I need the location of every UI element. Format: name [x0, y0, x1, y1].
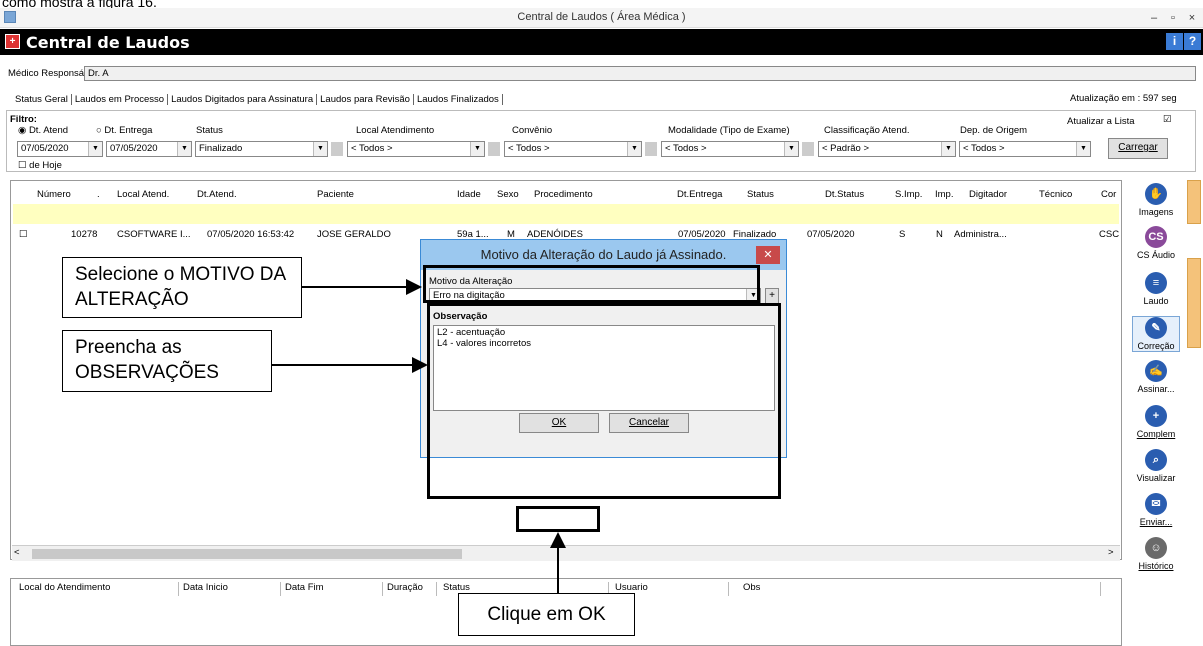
callout-arrows [272, 279, 566, 593]
